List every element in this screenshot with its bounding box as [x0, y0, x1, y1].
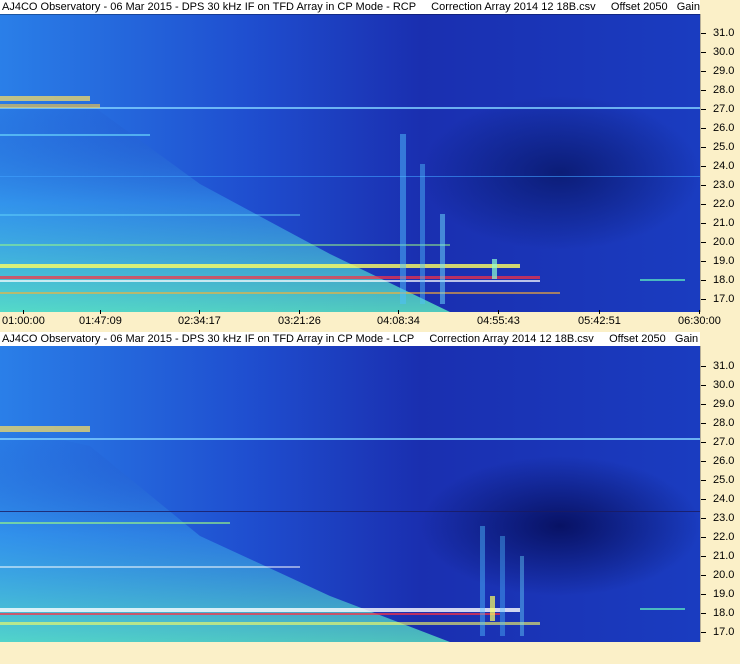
lcp-ytick: 18.0 — [701, 607, 740, 619]
lcp-title: AJ4CO Observatory - 06 Mar 2015 - DPS 30… — [0, 332, 700, 346]
time-tick: 04:55:43 — [477, 310, 520, 328]
rcp-ytick: 31.0 — [701, 27, 740, 39]
rcp-title: AJ4CO Observatory - 06 Mar 2015 - DPS 30… — [0, 0, 700, 14]
rcp-ytick: 25.0 — [701, 141, 740, 153]
rcp-ytick: 20.0 — [701, 236, 740, 248]
rcp-ytick: 24.0 — [701, 160, 740, 172]
time-tick: 03:21:26 — [278, 310, 321, 328]
lcp-ytick: 31.0 — [701, 360, 740, 372]
lcp-ytick: 21.0 — [701, 550, 740, 562]
lcp-spectrogram — [0, 346, 700, 642]
rcp-spectrogram — [0, 14, 700, 312]
rcp-ytick: 23.0 — [701, 179, 740, 191]
lcp-ytick: 26.0 — [701, 455, 740, 467]
rcp-ytick: 30.0 — [701, 46, 740, 58]
time-tick: 05:42:51 — [578, 310, 621, 328]
lcp-ytick: 19.0 — [701, 588, 740, 600]
lcp-ytick: 22.0 — [701, 531, 740, 543]
time-tick: 01:00:00 — [2, 310, 45, 328]
rcp-ytick: 18.0 — [701, 274, 740, 286]
rcp-ytick: 26.0 — [701, 122, 740, 134]
rcp-ytick: 27.0 — [701, 103, 740, 115]
rcp-ytick: 19.0 — [701, 255, 740, 267]
rcp-ytick: 22.0 — [701, 198, 740, 210]
lcp-ytick: 27.0 — [701, 436, 740, 448]
rcp-ytick: 17.0 — [701, 293, 740, 305]
time-axis: 01:00:00 01:47:09 02:34:17 03:21:26 04:0… — [0, 310, 740, 332]
rcp-ytick: 29.0 — [701, 65, 740, 77]
lcp-ytick: 24.0 — [701, 493, 740, 505]
lcp-ytick: 28.0 — [701, 417, 740, 429]
time-tick: 06:30:00 — [678, 310, 721, 328]
rcp-ytick: 28.0 — [701, 84, 740, 96]
rcp-y-axis: 31.0 30.0 29.0 28.0 27.0 26.0 25.0 24.0 … — [700, 14, 740, 312]
lcp-ytick: 30.0 — [701, 379, 740, 391]
lcp-ytick: 17.0 — [701, 626, 740, 638]
lcp-ytick: 20.0 — [701, 569, 740, 581]
lcp-panel: AJ4CO Observatory - 06 Mar 2015 - DPS 30… — [0, 332, 740, 642]
rcp-ytick: 21.0 — [701, 217, 740, 229]
lcp-ytick: 25.0 — [701, 474, 740, 486]
rcp-panel: AJ4CO Observatory - 06 Mar 2015 - DPS 30… — [0, 0, 740, 332]
bottom-strip — [0, 642, 740, 664]
lcp-ytick: 23.0 — [701, 512, 740, 524]
time-tick: 02:34:17 — [178, 310, 221, 328]
lcp-y-axis: 31.0 30.0 29.0 28.0 27.0 26.0 25.0 24.0 … — [700, 346, 740, 642]
lcp-ytick: 29.0 — [701, 398, 740, 410]
time-tick: 01:47:09 — [79, 310, 122, 328]
time-tick: 04:08:34 — [377, 310, 420, 328]
